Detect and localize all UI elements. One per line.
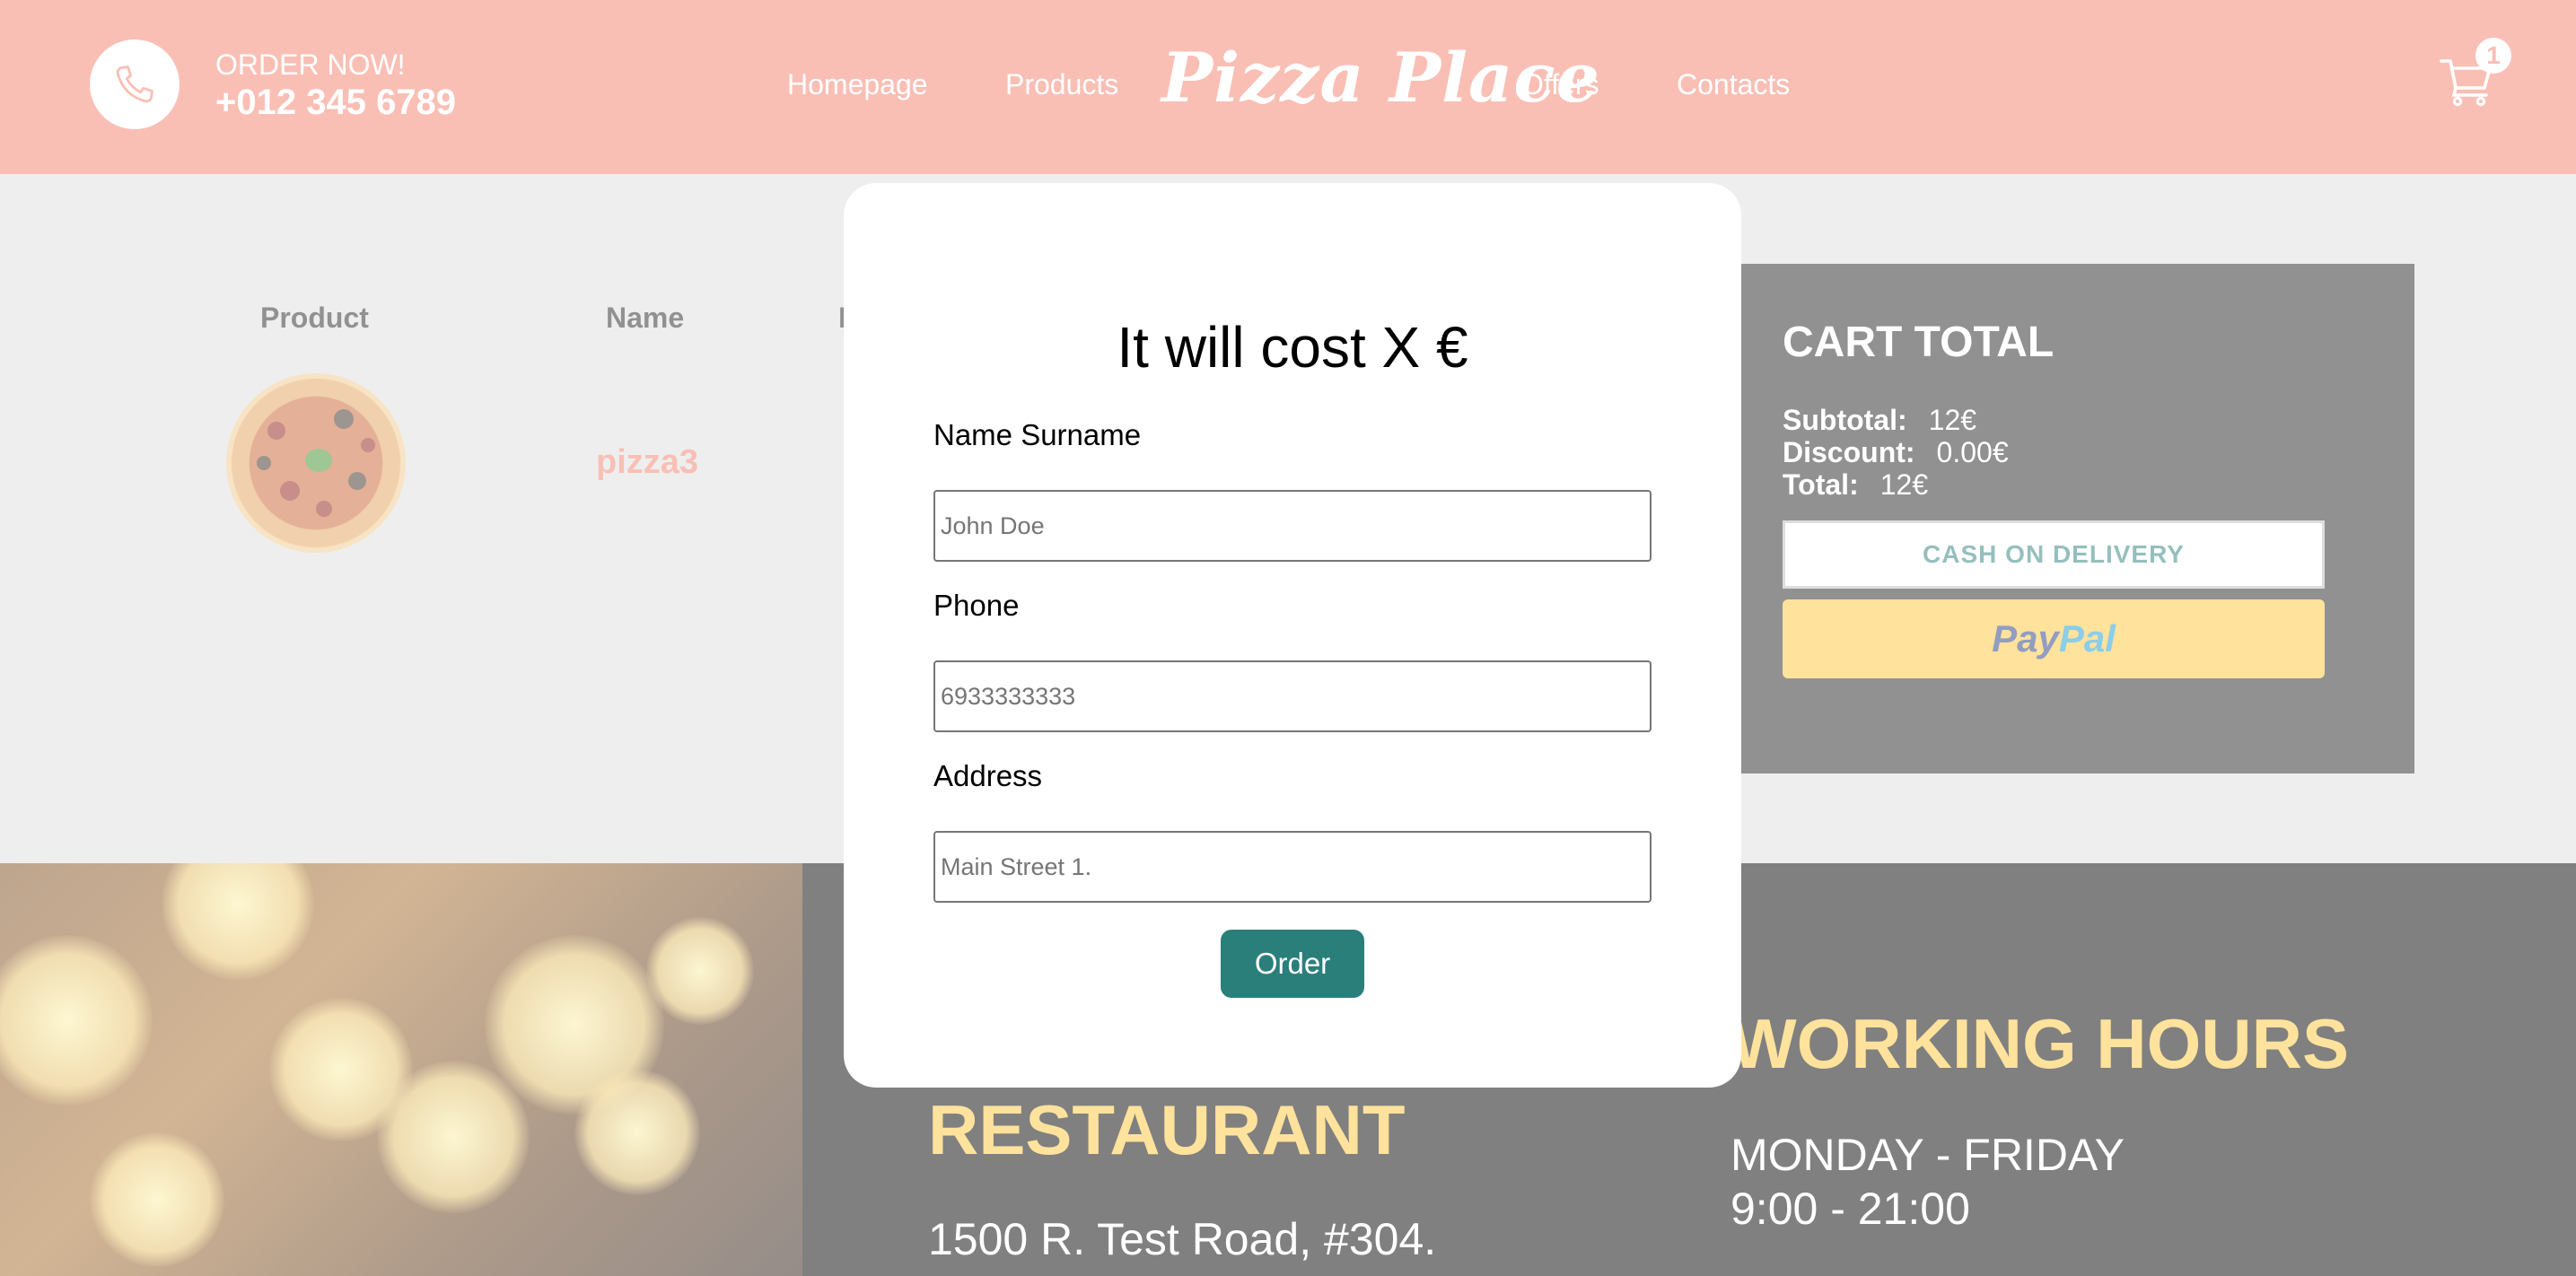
order-button[interactable]: Order	[1221, 930, 1364, 998]
phone-input[interactable]	[933, 660, 1652, 732]
name-input[interactable]	[933, 490, 1652, 562]
phone-label: Phone	[933, 589, 1020, 622]
modal-title: It will cost X €	[1117, 315, 1468, 380]
address-input[interactable]	[933, 831, 1652, 903]
order-modal: It will cost X € Name Surname Phone Addr…	[844, 183, 1741, 1088]
name-label: Name Surname	[933, 418, 1142, 451]
address-label: Address	[933, 759, 1043, 792]
